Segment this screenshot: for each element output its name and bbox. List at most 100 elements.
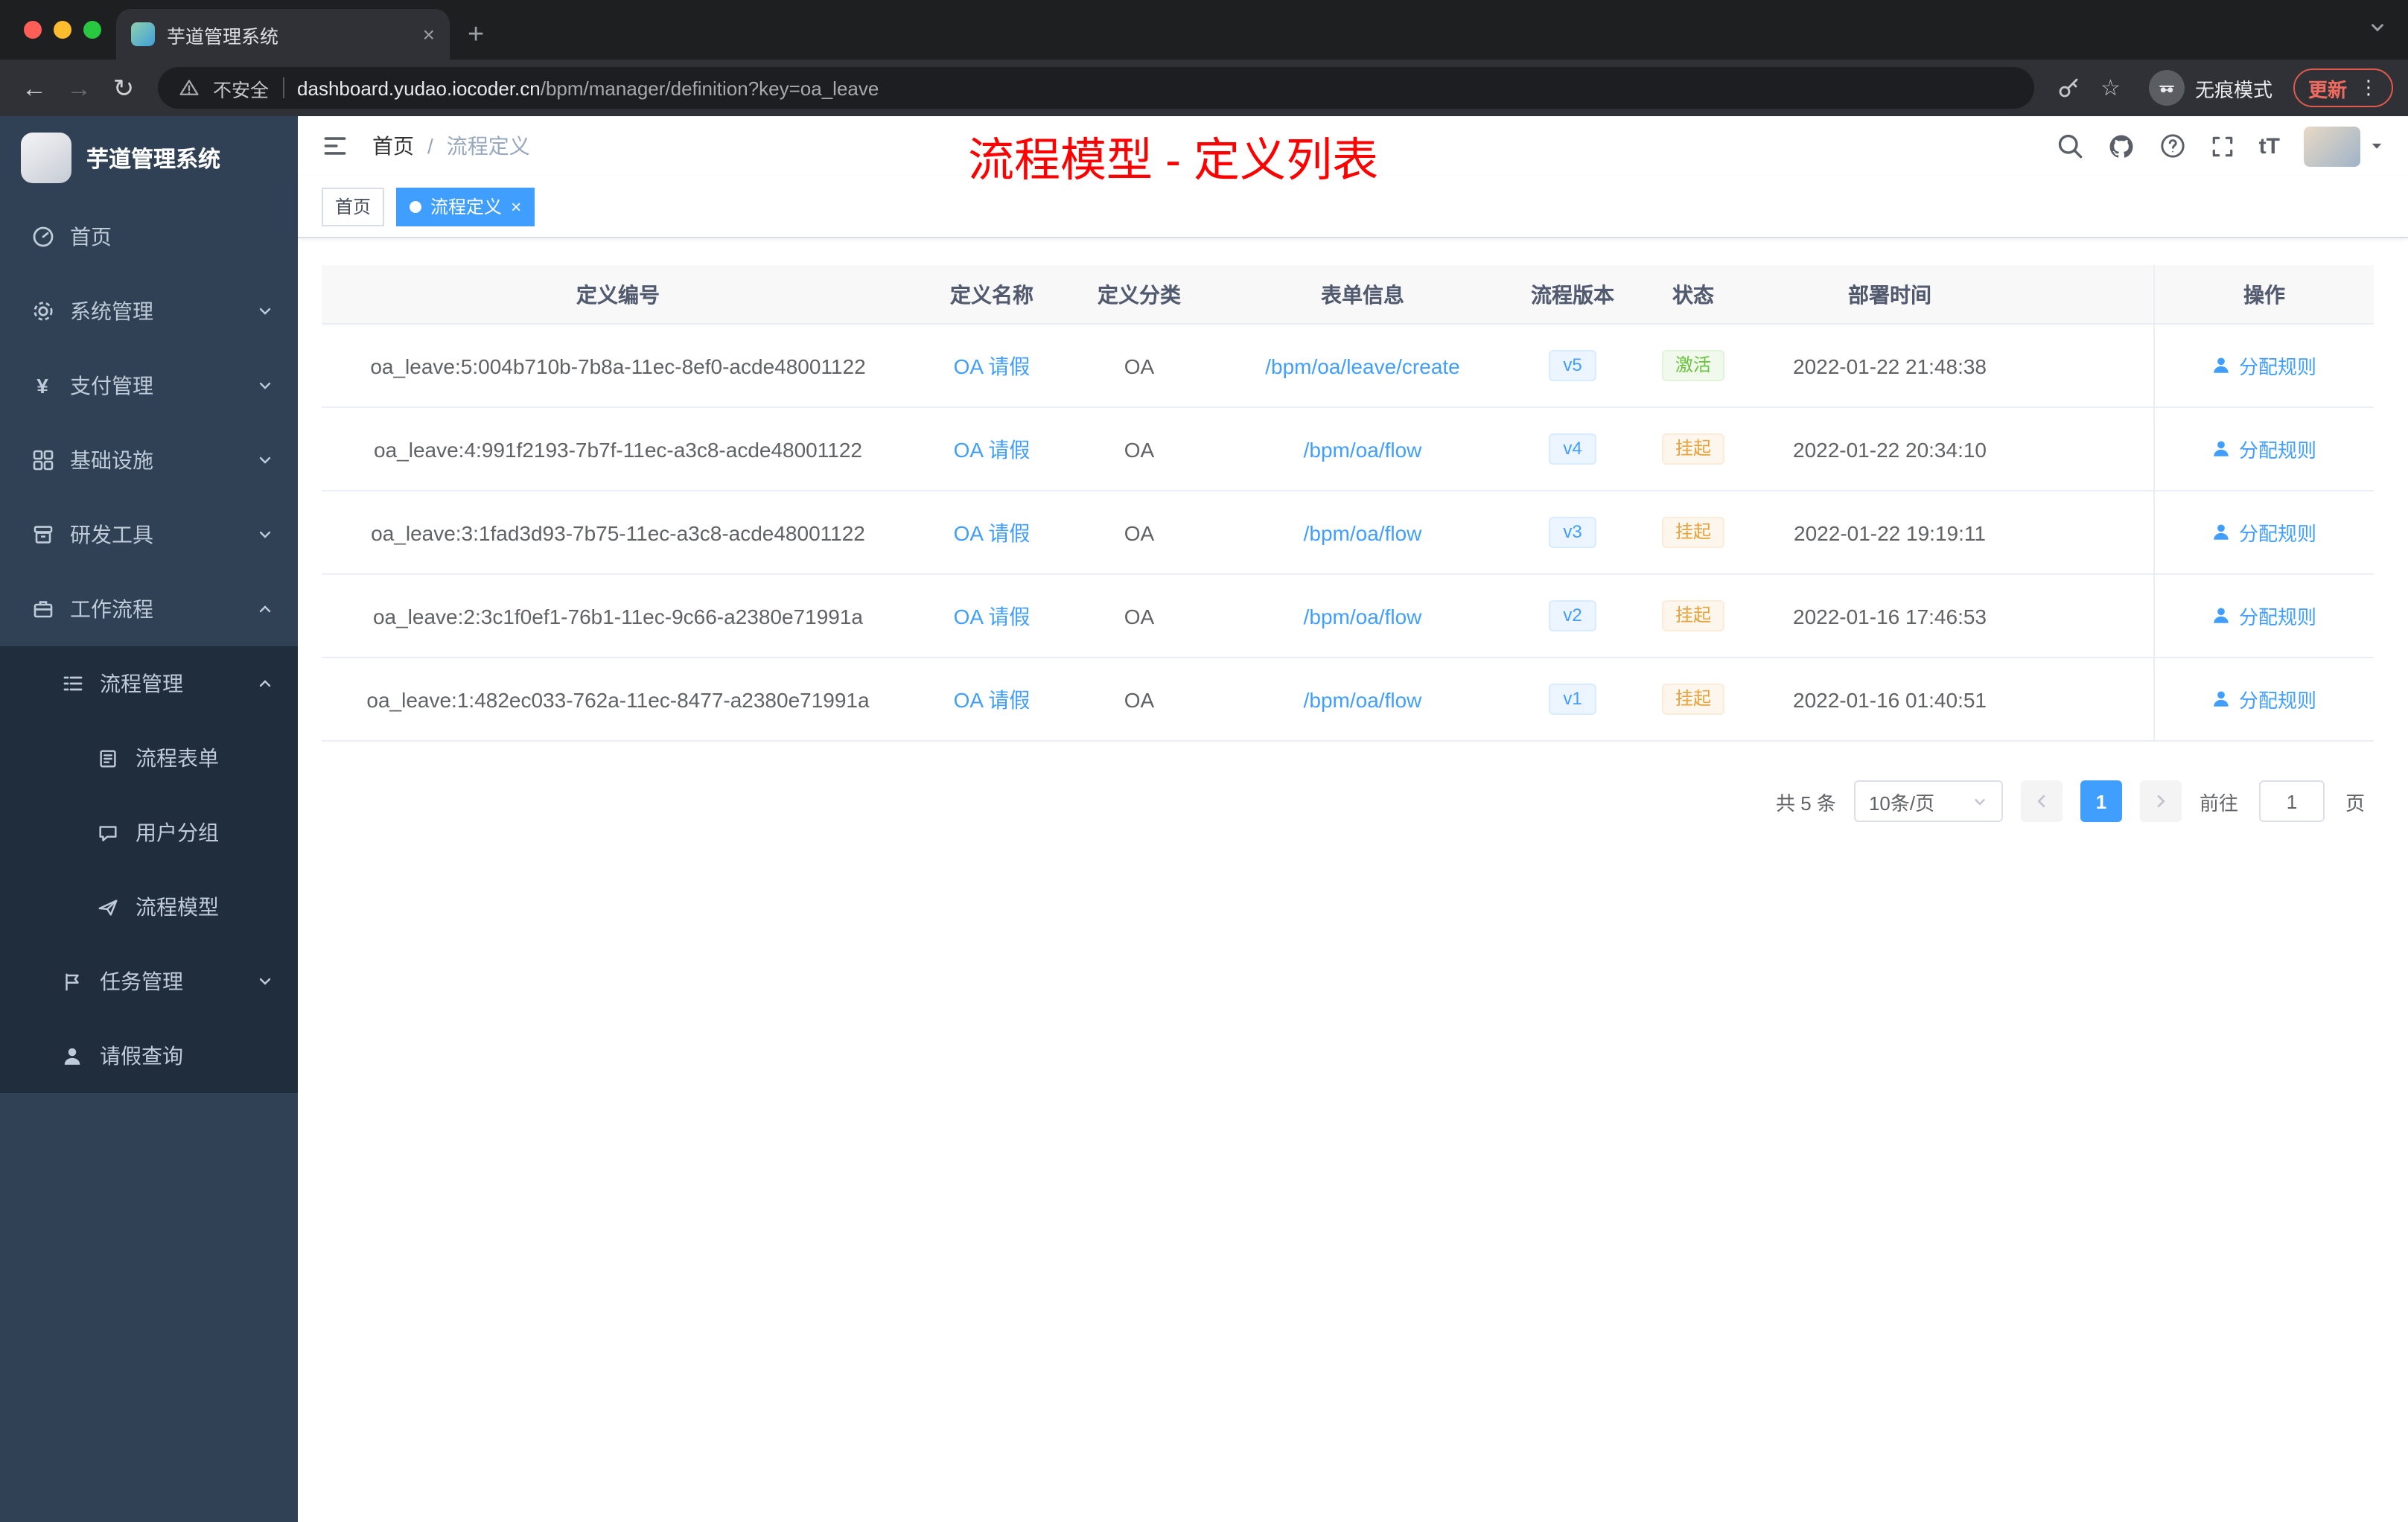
cell-category: OA: [1124, 354, 1155, 378]
assign-rule-link[interactable]: 分配规则: [2212, 602, 2316, 630]
definition-name-link[interactable]: OA 请假: [954, 351, 1031, 380]
sidebar-item-leave-query[interactable]: 请假查询: [0, 1019, 298, 1093]
sidebar-item-process-manage[interactable]: 流程管理: [0, 646, 298, 721]
tag-home[interactable]: 首页: [322, 187, 385, 226]
sidebar-item-label: 支付管理: [70, 374, 153, 398]
sidebar-collapse-icon[interactable]: [322, 133, 348, 159]
assign-rule-link[interactable]: 分配规则: [2212, 435, 2316, 463]
app-logo-row[interactable]: 芋道管理系统: [0, 116, 298, 200]
assign-rule-link[interactable]: 分配规则: [2212, 685, 2316, 713]
search-icon[interactable]: [2057, 133, 2083, 159]
pagination: 共 5 条 10条/页 1 前往 1 页: [322, 780, 2374, 822]
column-header-time: 部署时间: [1848, 282, 1931, 306]
new-tab-button[interactable]: +: [468, 21, 484, 49]
incognito-icon: [2148, 70, 2185, 106]
version-tag: v3: [1548, 516, 1597, 549]
definition-name-link[interactable]: OA 请假: [954, 684, 1031, 714]
definition-name-link[interactable]: OA 请假: [954, 518, 1031, 547]
version-tag: v5: [1548, 349, 1597, 382]
sidebar-item-process-form[interactable]: 流程表单: [0, 721, 298, 795]
form-link[interactable]: /bpm/oa/flow: [1304, 604, 1422, 628]
chevron-up-icon: [256, 600, 274, 618]
next-page-button[interactable]: [2139, 780, 2182, 822]
help-icon[interactable]: [2159, 133, 2186, 159]
definition-name-link[interactable]: OA 请假: [954, 434, 1031, 464]
assign-rule-link[interactable]: 分配规则: [2212, 351, 2316, 380]
form-link[interactable]: /bpm/oa/flow: [1304, 437, 1422, 461]
menu-dots-icon[interactable]: ⋮: [2359, 76, 2378, 100]
form-link[interactable]: /bpm/oa/leave/create: [1265, 354, 1460, 378]
current-page-button[interactable]: 1: [2080, 780, 2122, 822]
incognito-chip[interactable]: 无痕模式: [2148, 70, 2272, 106]
sidebar-item-payment[interactable]: ¥ 支付管理: [0, 348, 298, 423]
url-domain: dashboard.yudao.iocoder.cn: [297, 77, 541, 99]
column-header-id: 定义编号: [576, 282, 660, 306]
security-warning-icon: [179, 77, 200, 98]
flag-icon: [60, 970, 85, 993]
definition-table: 定义编号 定义名称 定义分类 表单信息 流程版本 状态 部署时间 操作 oa_l…: [322, 265, 2374, 742]
user-menu[interactable]: [2304, 126, 2384, 166]
sidebar: 芋道管理系统 首页 系统管理 ¥ 支付管理 基础设施 研发工具 工作流程 流程管…: [0, 116, 298, 1522]
breadcrumb-separator: /: [427, 134, 433, 158]
tag-close-icon[interactable]: ×: [511, 197, 521, 215]
back-button[interactable]: ←: [15, 75, 54, 101]
tab-title: 芋道管理系统: [167, 26, 279, 47]
sidebar-item-system[interactable]: 系统管理: [0, 274, 298, 348]
tab-close-icon[interactable]: ×: [423, 22, 435, 46]
github-icon[interactable]: [2107, 132, 2135, 160]
tab-search-chevron-icon[interactable]: [2368, 18, 2387, 37]
dashboard-icon: [30, 225, 55, 249]
archive-box-icon: [30, 523, 55, 547]
update-button[interactable]: 更新 ⋮: [2293, 69, 2393, 107]
prev-page-button[interactable]: [2020, 780, 2063, 822]
sidebar-item-home[interactable]: 首页: [0, 200, 298, 274]
reload-button[interactable]: ↻: [104, 75, 143, 101]
sidebar-item-label: 用户分组: [136, 821, 219, 844]
window-zoom-button[interactable]: [83, 21, 101, 39]
address-bar[interactable]: 不安全 dashboard.yudao.iocoder.cn/bpm/manag…: [158, 67, 2034, 109]
column-header-status: 状态: [1672, 282, 1714, 306]
cell-deploy-time: 2022-01-22 20:34:10: [1793, 437, 1987, 461]
goto-label: 前往: [2199, 792, 2238, 814]
form-link[interactable]: /bpm/oa/flow: [1304, 687, 1422, 711]
status-tag: 挂起: [1661, 516, 1724, 549]
browser-tab[interactable]: 芋道管理系统 ×: [116, 9, 450, 60]
sidebar-item-process-model[interactable]: 流程模型: [0, 870, 298, 944]
window-minimize-button[interactable]: [54, 21, 71, 39]
sidebar-item-label: 请假查询: [100, 1044, 183, 1068]
definition-name-link[interactable]: OA 请假: [954, 601, 1031, 631]
sidebar-item-task-manage[interactable]: 任务管理: [0, 944, 298, 1019]
cell-deploy-time: 2022-01-22 19:19:11: [1794, 520, 1986, 544]
tab-favicon: [131, 22, 155, 46]
form-link[interactable]: /bpm/oa/flow: [1304, 520, 1422, 544]
table-header-row: 定义编号 定义名称 定义分类 表单信息 流程版本 状态 部署时间 操作: [322, 265, 2374, 325]
goto-page-input[interactable]: [2258, 780, 2325, 822]
grid-icon: [30, 448, 55, 472]
tag-current[interactable]: 流程定义 ×: [396, 187, 535, 226]
cell-category: OA: [1124, 520, 1155, 544]
pagination-total: 共 5 条: [1776, 792, 1836, 814]
bookmark-star-icon[interactable]: ☆: [2100, 74, 2121, 101]
assign-rule-link[interactable]: 分配规则: [2212, 518, 2316, 547]
breadcrumb-home[interactable]: 首页: [372, 131, 414, 161]
update-label: 更新: [2307, 78, 2347, 101]
list-icon: [60, 672, 85, 695]
text-size-icon[interactable]: tT: [2259, 133, 2280, 159]
page-size-select[interactable]: 10条/页: [1853, 780, 2003, 822]
sidebar-item-infrastructure[interactable]: 基础设施: [0, 423, 298, 497]
cell-definition-id: oa_leave:4:991f2193-7b7f-11ec-a3c8-acde4…: [374, 437, 862, 461]
chevron-down-icon: [256, 972, 274, 990]
version-tag: v4: [1548, 433, 1597, 465]
forward-button[interactable]: →: [60, 75, 98, 101]
sidebar-item-devtools[interactable]: 研发工具: [0, 497, 298, 572]
fullscreen-icon[interactable]: [2210, 133, 2235, 159]
cell-definition-id: oa_leave:2:3c1f0ef1-76b1-11ec-9c66-a2380…: [372, 604, 863, 628]
sidebar-item-workflow[interactable]: 工作流程: [0, 572, 298, 646]
sidebar-item-user-group[interactable]: 用户分组: [0, 795, 298, 870]
window-close-button[interactable]: [24, 21, 42, 39]
gear-icon: [30, 299, 55, 323]
key-icon[interactable]: [2056, 76, 2080, 100]
column-header-category: 定义分类: [1098, 282, 1181, 306]
column-header-action: 操作: [2153, 265, 2374, 323]
column-header-form: 表单信息: [1321, 282, 1404, 306]
